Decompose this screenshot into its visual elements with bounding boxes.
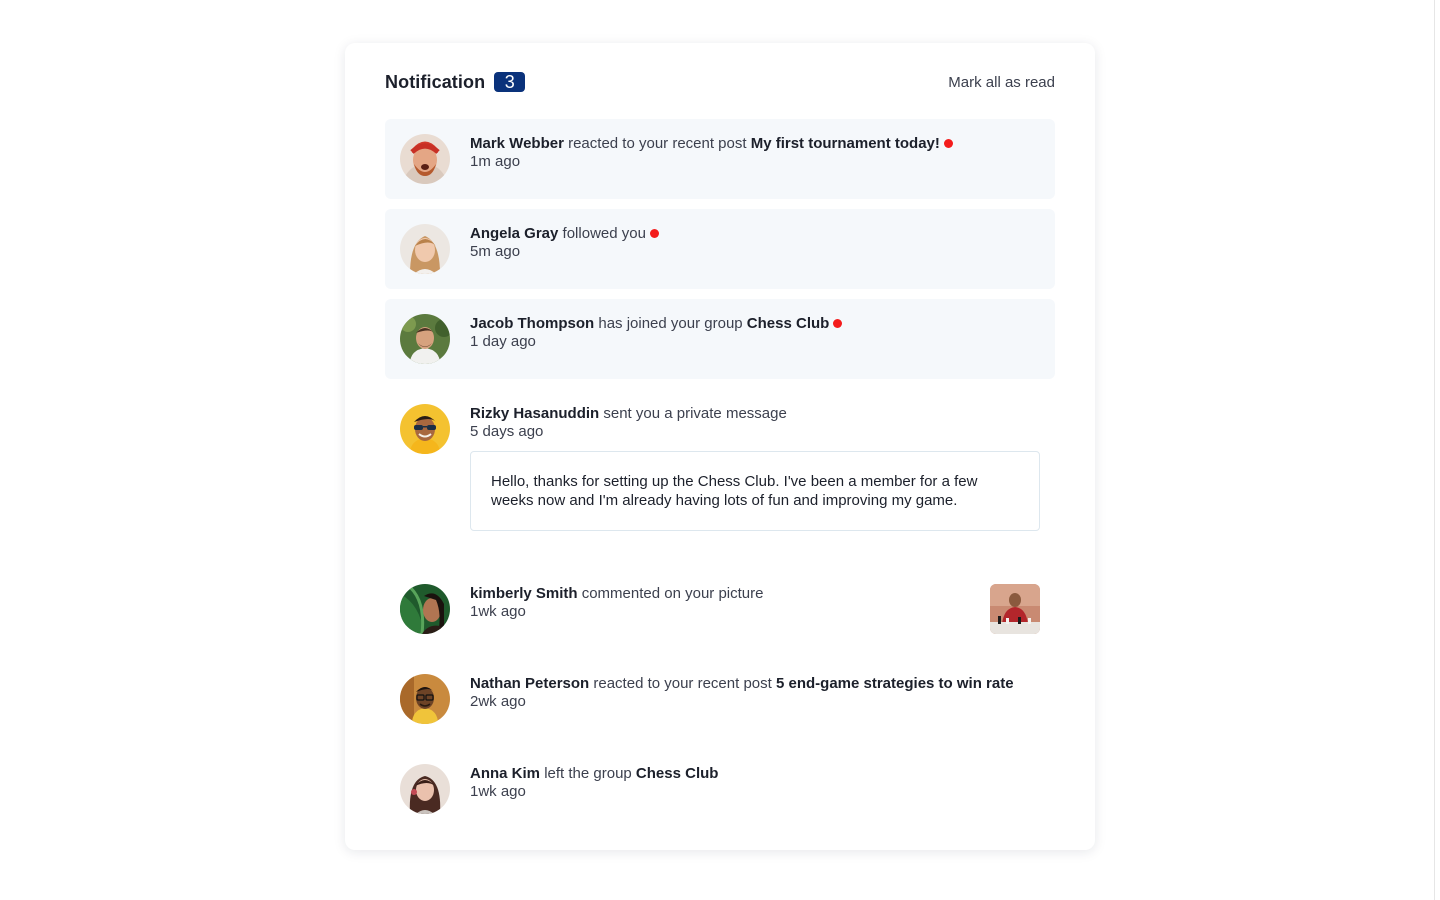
- avatar[interactable]: [400, 584, 450, 634]
- notification-action: sent you a private message: [603, 405, 787, 422]
- notifications-header: Notification 3 Mark all as read: [385, 43, 1055, 119]
- notification-time: 5m ago: [470, 243, 521, 260]
- group-name-link[interactable]: Chess Club: [747, 315, 830, 332]
- unread-dot-icon: [649, 228, 659, 238]
- avatar-nathan-peterson-icon: [400, 674, 450, 724]
- notification-content: Angela Gray followed you 5m ago: [470, 224, 1040, 261]
- private-message-preview[interactable]: Hello, thanks for setting up the Chess C…: [470, 451, 1040, 531]
- notification-item-angela-gray[interactable]: Angela Gray followed you 5m ago: [385, 209, 1055, 289]
- notification-content: kimberly Smith commented on your picture…: [470, 584, 1040, 621]
- notification-content: Jacob Thompson has joined your group Che…: [470, 314, 1040, 351]
- notification-time: 5 days ago: [470, 423, 544, 440]
- group-name-link[interactable]: Chess Club: [636, 765, 719, 782]
- notification-time: 1wk ago: [470, 603, 526, 620]
- unread-count-badge: 3: [494, 72, 526, 92]
- avatar[interactable]: [400, 314, 450, 364]
- mark-all-read-button[interactable]: Mark all as read: [948, 74, 1055, 91]
- unread-dot-icon: [943, 138, 953, 148]
- notification-text: Anna Kim left the group Chess Club: [470, 765, 1040, 783]
- notification-content: Nathan Peterson reacted to your recent p…: [470, 674, 1040, 711]
- notification-item-jacob-thompson[interactable]: Jacob Thompson has joined your group Che…: [385, 299, 1055, 379]
- avatar-jacob-thompson-icon: [400, 314, 450, 364]
- page-title: Notification: [385, 71, 486, 92]
- avatar[interactable]: [400, 674, 450, 724]
- notifications-panel: Notification 3 Mark all as read Mark Web…: [345, 43, 1095, 850]
- notification-text: Mark Webber reacted to your recent post …: [470, 135, 1040, 153]
- user-name-link[interactable]: Mark Webber: [470, 135, 564, 152]
- notification-content: Mark Webber reacted to your recent post …: [470, 134, 1040, 171]
- user-name-link[interactable]: Rizky Hasanuddin: [470, 405, 599, 422]
- user-name-link[interactable]: Nathan Peterson: [470, 675, 589, 692]
- avatar-kimberly-smith-icon: [400, 584, 450, 634]
- notification-time: 2wk ago: [470, 693, 526, 710]
- avatar[interactable]: [400, 224, 450, 274]
- notification-action: reacted to your recent post: [593, 675, 772, 692]
- user-name-link[interactable]: Anna Kim: [470, 765, 540, 782]
- notification-time: 1m ago: [470, 153, 521, 170]
- avatar[interactable]: [400, 764, 450, 814]
- page-scrollbar[interactable]: [1434, 0, 1440, 900]
- notification-item-anna-kim[interactable]: Anna Kim left the group Chess Club 1wk a…: [385, 749, 1055, 829]
- notification-text: Rizky Hasanuddin sent you a private mess…: [470, 405, 1040, 423]
- avatar-mark-webber-icon: [400, 134, 450, 184]
- notification-content: Anna Kim left the group Chess Club 1wk a…: [470, 764, 1040, 801]
- notification-time: 1wk ago: [470, 783, 526, 800]
- post-title-link[interactable]: 5 end-game strategies to win rate: [776, 675, 1014, 692]
- notification-time: 1 day ago: [470, 333, 536, 350]
- notification-text: kimberly Smith commented on your picture: [470, 585, 1040, 603]
- notification-action: commented on your picture: [581, 585, 764, 602]
- header-title-group: Notification 3: [385, 71, 526, 93]
- notification-item-rizky-hasanuddin[interactable]: Rizky Hasanuddin sent you a private mess…: [385, 389, 1055, 553]
- notification-content: Rizky Hasanuddin sent you a private mess…: [470, 404, 1040, 531]
- user-name-link[interactable]: kimberly Smith: [470, 585, 578, 602]
- notification-action: reacted to your recent post: [568, 135, 747, 152]
- avatar-anna-kim-icon: [400, 764, 450, 814]
- avatar-angela-gray-icon: [400, 224, 450, 274]
- notification-action: followed you: [562, 225, 646, 242]
- notification-action: has joined your group: [598, 315, 743, 332]
- notification-item-mark-webber[interactable]: Mark Webber reacted to your recent post …: [385, 119, 1055, 199]
- chess-picture-thumbnail-icon: [990, 584, 1040, 634]
- unread-dot-icon: [833, 318, 843, 328]
- notification-text: Angela Gray followed you: [470, 225, 1040, 243]
- user-name-link[interactable]: Jacob Thompson: [470, 315, 594, 332]
- notification-list: Mark Webber reacted to your recent post …: [385, 119, 1055, 829]
- avatar[interactable]: [400, 134, 450, 184]
- avatar-rizky-hasanuddin-icon: [400, 404, 450, 454]
- post-title-link[interactable]: My first tournament today!: [751, 135, 940, 152]
- commented-picture-thumbnail[interactable]: [990, 584, 1040, 634]
- notification-action: left the group: [544, 765, 632, 782]
- notification-item-nathan-peterson[interactable]: Nathan Peterson reacted to your recent p…: [385, 659, 1055, 739]
- notification-text: Jacob Thompson has joined your group Che…: [470, 315, 1040, 333]
- notification-item-kimberly-smith[interactable]: kimberly Smith commented on your picture…: [385, 569, 1055, 649]
- user-name-link[interactable]: Angela Gray: [470, 225, 558, 242]
- notification-text: Nathan Peterson reacted to your recent p…: [470, 675, 1040, 693]
- avatar[interactable]: [400, 404, 450, 454]
